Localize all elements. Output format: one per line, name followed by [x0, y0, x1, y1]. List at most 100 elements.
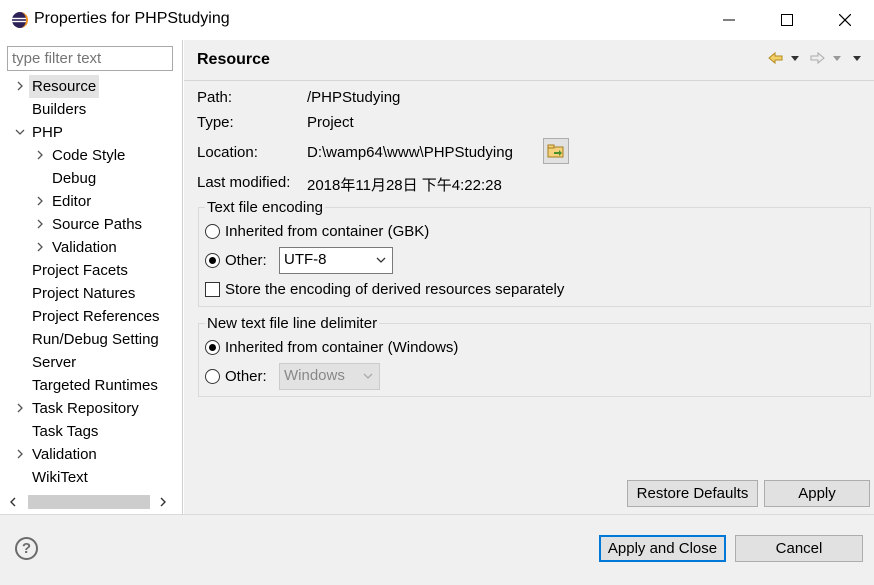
- close-button[interactable]: [816, 0, 874, 40]
- encoding-inherited-radio[interactable]: [205, 224, 220, 239]
- delimiter-select-value: Windows: [284, 367, 345, 384]
- tree-item[interactable]: Targeted Runtimes: [0, 374, 182, 397]
- path-value: /PHPStudying: [307, 89, 401, 106]
- page-header: Resource: [184, 40, 874, 80]
- tree-item[interactable]: Editor: [0, 190, 182, 213]
- chevron-right-icon[interactable]: [14, 75, 26, 98]
- tree-item[interactable]: Run/Debug Setting: [0, 328, 182, 351]
- tree-item[interactable]: Task Tags: [0, 420, 182, 443]
- open-folder-icon: [547, 144, 564, 158]
- location-label: Location:: [197, 144, 258, 161]
- delimiter-inherited-radio[interactable]: [205, 340, 220, 355]
- filter-input[interactable]: [7, 46, 173, 71]
- text-encoding-title: Text file encoding: [205, 199, 325, 216]
- chevron-right-icon[interactable]: [14, 397, 26, 420]
- tree-item-label: Resource: [29, 75, 100, 98]
- tree-item[interactable]: Project References: [0, 305, 182, 328]
- store-encoding-label: Store the encoding of derived resources …: [225, 281, 565, 298]
- tree-item[interactable]: PHP: [0, 121, 182, 144]
- tree-item[interactable]: Validation: [0, 443, 182, 466]
- tree-item-label: Project References: [32, 308, 160, 325]
- tree-item[interactable]: Resource: [0, 75, 182, 98]
- tree-item[interactable]: Server: [0, 351, 182, 374]
- apply-button[interactable]: Apply: [764, 480, 870, 507]
- tree-item-label: Targeted Runtimes: [32, 377, 158, 394]
- resource-page: Resource Path: /PHPStudying Type: Projec…: [184, 40, 874, 514]
- tree-item[interactable]: Validation: [0, 236, 182, 259]
- tree-item[interactable]: Task Repository: [0, 397, 182, 420]
- scroll-right-icon[interactable]: [154, 493, 172, 511]
- minimize-button[interactable]: [700, 0, 758, 40]
- tree-item-label: Task Tags: [32, 423, 99, 440]
- encoding-other-label: Other:: [225, 252, 267, 269]
- tree-item-label: Project Natures: [32, 285, 136, 302]
- chevron-right-icon[interactable]: [34, 236, 46, 259]
- scroll-left-icon[interactable]: [4, 493, 22, 511]
- maximize-button[interactable]: [758, 0, 816, 40]
- tree-item[interactable]: Source Paths: [0, 213, 182, 236]
- chevron-down-icon[interactable]: [14, 121, 26, 144]
- tree-item[interactable]: Debug: [0, 167, 182, 190]
- tree-item-label: Validation: [52, 239, 117, 256]
- chevron-right-icon[interactable]: [34, 190, 46, 213]
- maximize-icon: [781, 14, 793, 26]
- tree-item[interactable]: Builders: [0, 98, 182, 121]
- delimiter-select[interactable]: Windows: [279, 363, 380, 390]
- tree-item-label: Server: [32, 354, 77, 371]
- tree-item-label: PHP: [32, 124, 63, 141]
- tree-item-label: Editor: [52, 193, 92, 210]
- chevron-down-icon: [363, 373, 373, 379]
- chevron-right-icon[interactable]: [34, 213, 46, 236]
- forward-icon[interactable]: [809, 50, 843, 68]
- tree-item-label: Run/Debug Setting: [32, 331, 159, 348]
- chevron-right-icon[interactable]: [34, 144, 46, 167]
- minimize-icon: [723, 19, 735, 21]
- modified-label: Last modified:: [197, 174, 291, 191]
- dialog-footer: ? Apply and Close Cancel: [0, 514, 874, 585]
- encoding-other-radio[interactable]: [205, 253, 220, 268]
- cancel-button[interactable]: Cancel: [735, 535, 863, 562]
- type-label: Type:: [197, 114, 234, 131]
- title-bar: Properties for PHPStudying: [0, 0, 874, 40]
- header-divider: [184, 80, 874, 81]
- window-title: Properties for PHPStudying: [34, 10, 230, 27]
- tree-item-label: Debug: [52, 170, 97, 187]
- delimiter-other-label: Other:: [225, 368, 267, 385]
- delimiter-inherited-label: Inherited from container (Windows): [225, 339, 459, 356]
- page-title: Resource: [197, 51, 270, 68]
- encoding-inherited-label: Inherited from container (GBK): [225, 223, 430, 240]
- help-icon[interactable]: ?: [15, 537, 38, 560]
- tree-item[interactable]: Project Natures: [0, 282, 182, 305]
- show-in-explorer-button[interactable]: [543, 138, 569, 164]
- path-label: Path:: [197, 89, 233, 106]
- type-value: Project: [307, 114, 354, 131]
- tree-item-label: Source Paths: [52, 216, 143, 233]
- encoding-select-value: UTF-8: [284, 251, 327, 268]
- tree-item-label: Code Style: [52, 147, 126, 164]
- tree-item-label: Builders: [32, 101, 87, 118]
- tree-item[interactable]: Project Facets: [0, 259, 182, 282]
- apply-and-close-button[interactable]: Apply and Close: [599, 535, 726, 562]
- navigation-pane: Resource Builders PHP Code Style Debug Editor…: [0, 40, 183, 514]
- horizontal-scrollbar[interactable]: [4, 493, 176, 511]
- chevron-down-icon: [376, 257, 386, 263]
- tree-item[interactable]: WikiText: [0, 466, 182, 489]
- delimiter-other-radio[interactable]: [205, 369, 220, 384]
- location-value: D:\wamp64\www\PHPStudying: [307, 144, 513, 161]
- view-menu-icon[interactable]: [851, 50, 863, 68]
- eclipse-icon: [12, 12, 28, 28]
- tree-item-label: Project Facets: [32, 262, 128, 279]
- line-delimiter-title: New text file line delimiter: [205, 315, 380, 332]
- encoding-select[interactable]: UTF-8: [279, 247, 393, 274]
- store-encoding-checkbox[interactable]: [205, 282, 220, 297]
- tree-item[interactable]: Code Style: [0, 144, 182, 167]
- close-icon: [839, 14, 851, 26]
- tree-item-label: Validation: [32, 446, 97, 463]
- tree-item-label: Task Repository: [32, 400, 139, 417]
- back-icon[interactable]: [767, 50, 801, 68]
- chevron-right-icon[interactable]: [14, 443, 26, 466]
- modified-value: 2018年11月28日 下午4:22:28: [307, 177, 502, 194]
- restore-defaults-button[interactable]: Restore Defaults: [627, 480, 758, 507]
- tree-item-label: WikiText: [32, 469, 88, 486]
- scrollbar-thumb[interactable]: [28, 495, 150, 509]
